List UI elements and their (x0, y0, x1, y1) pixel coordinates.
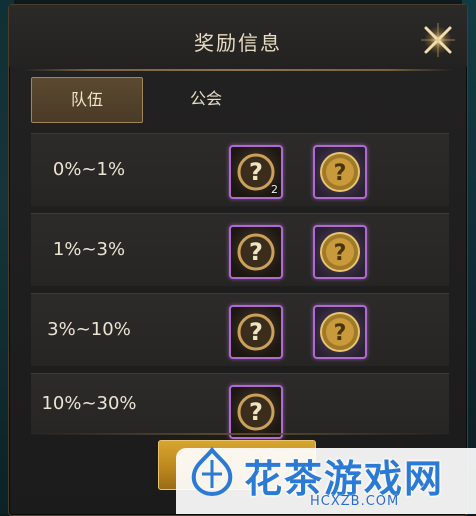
close-button[interactable] (419, 21, 457, 59)
svg-text:?: ? (334, 321, 347, 346)
dialog-title: 奖励信息 (194, 31, 282, 55)
mystery-medal-icon: ? (320, 232, 360, 272)
tab-guild[interactable]: 公会 (161, 77, 251, 121)
mystery-box-icon: ? (237, 393, 275, 431)
item-quantity: 2 (271, 183, 278, 196)
svg-text:?: ? (334, 241, 347, 266)
mystery-medal-icon: ? (320, 152, 360, 192)
svg-text:?: ? (249, 318, 263, 346)
svg-text:?: ? (249, 158, 263, 186)
watermark-logo-icon (191, 446, 233, 497)
watermark-url: HCXZB.COM (310, 494, 400, 509)
svg-text:?: ? (249, 238, 263, 266)
reward-item-mystery-box[interactable]: ? (229, 225, 283, 279)
mystery-medal-icon: ? (320, 312, 360, 352)
reward-row: 3%~10% ? ? (31, 293, 449, 366)
reward-row: 0%~1% ? 2 ? (31, 133, 449, 206)
close-icon (421, 23, 455, 57)
title-divider (23, 69, 453, 71)
mystery-box-icon: ? (237, 233, 275, 271)
reward-item-mystery-medal[interactable]: ? (313, 225, 367, 279)
tab-team[interactable]: 队伍 (31, 77, 143, 123)
reward-item-mystery-medal[interactable]: ? (313, 145, 367, 199)
rank-range-label: 3%~10% (47, 319, 131, 340)
reward-item-mystery-box[interactable]: ? (229, 385, 283, 439)
rank-range-label: 0%~1% (52, 159, 126, 180)
rank-range-label: 1%~3% (52, 239, 126, 260)
reward-item-mystery-box[interactable]: ? 2 (229, 145, 283, 199)
rank-range-label: 10%~30% (41, 393, 137, 414)
reward-item-mystery-medal[interactable]: ? (313, 305, 367, 359)
reward-item-mystery-box[interactable]: ? (229, 305, 283, 359)
reward-row: 1%~3% ? ? (31, 213, 449, 286)
svg-text:?: ? (334, 161, 347, 186)
list-bottom-divider (23, 433, 453, 435)
svg-text:?: ? (249, 398, 263, 426)
mystery-box-icon: ? (237, 313, 275, 351)
reward-row: 10%~30% ? (31, 373, 449, 439)
title-bar: 奖励信息 (9, 5, 467, 67)
